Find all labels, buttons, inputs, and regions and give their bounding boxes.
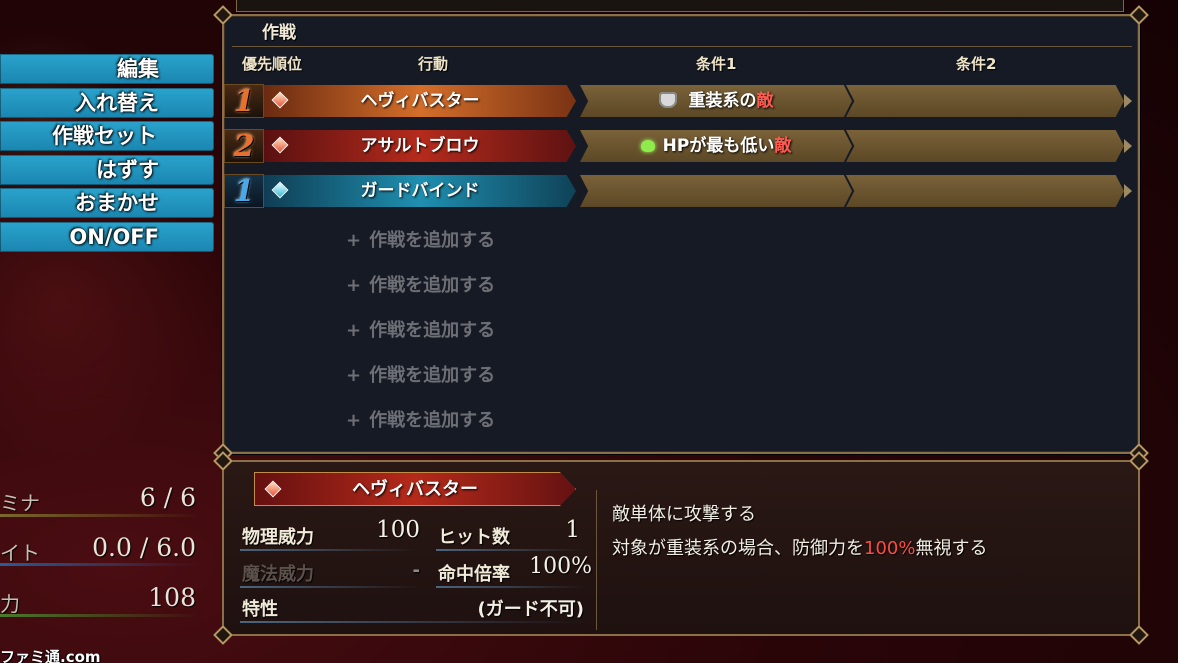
add-tactic-slot[interactable]: + 作戦を追加する (346, 406, 495, 432)
skill-description-line-1: 敵単体に攻撃する (612, 504, 756, 525)
gem-icon (271, 136, 289, 154)
stamina-label: ミナ (0, 491, 40, 515)
menu-remove[interactable]: はずす (0, 154, 214, 185)
heart-icon (640, 140, 655, 152)
menu-auto[interactable]: おまかせ (0, 188, 214, 218)
detail-divider (596, 490, 597, 630)
gem-icon (271, 91, 289, 109)
description-text: 無視する (915, 538, 988, 559)
accuracy-label: 命中倍率 (438, 564, 510, 585)
plus-icon: + (346, 320, 362, 341)
gem-icon (264, 480, 282, 498)
header-divider (232, 46, 1132, 47)
header-priority: 優先順位 (242, 55, 303, 73)
trait-value: (ガード不可) (477, 599, 584, 620)
menu-tactic-set[interactable]: 作戦セット (0, 121, 214, 151)
plus-icon: + (346, 275, 362, 296)
add-tactic-label: 作戦を追加する (369, 410, 496, 431)
skill-description-line-2: 対象が重装系の場合、防御力を100%無視する (612, 534, 987, 560)
row-arrow-icon (1124, 184, 1132, 198)
hit-count-value: 1 (565, 517, 580, 543)
power-label: 力 (0, 592, 20, 616)
trait-label: 特性 (242, 599, 278, 620)
weight-bar (0, 563, 200, 566)
header-action: 行動 (418, 55, 449, 73)
accuracy-value: 100% (529, 554, 592, 579)
plus-icon: + (346, 410, 362, 431)
add-tactic-slot[interactable]: + 作戦を追加する (346, 226, 495, 252)
action-slot[interactable]: ヘヴィバスター (264, 85, 576, 117)
panel-top-frame (236, 0, 1124, 12)
description-text: 対象が重装系の場合、防御力を (612, 538, 864, 559)
magic-power-label: 魔法威力 (242, 564, 314, 585)
skill-name: ヘヴィバスター (352, 479, 478, 500)
condition-1-slot[interactable]: 重装系の敵 (580, 85, 852, 117)
phys-power-label: 物理威力 (242, 527, 314, 548)
priority-badge: 1 (224, 174, 264, 209)
gem-icon (271, 181, 289, 199)
row-arrow-icon (1124, 94, 1132, 108)
add-tactic-label: 作戦を追加する (369, 365, 496, 386)
action-slot[interactable]: アサルトブロウ (264, 130, 576, 162)
add-tactic-label: 作戦を追加する (369, 230, 496, 251)
condition-enemy: 敵 (774, 136, 792, 156)
add-tactic-slot[interactable]: + 作戦を追加する (346, 316, 495, 342)
magic-power-value: - (412, 560, 420, 581)
tactic-row[interactable]: 1 ヘヴィバスター 重装系の敵 (224, 84, 1134, 119)
stat-underline (436, 549, 586, 551)
condition-1-slot[interactable]: HPが最も低い敵 (580, 130, 852, 162)
add-tactic-slot[interactable]: + 作戦を追加する (346, 361, 495, 387)
stamina-bar (0, 514, 200, 517)
header-condition-1: 条件1 (696, 55, 737, 73)
condition-2-slot[interactable] (846, 130, 1124, 162)
command-menu: 編集 入れ替え 作戦セット はずす おまかせ ON/OFF (0, 54, 214, 255)
power-value: 108 (148, 583, 196, 612)
watermark-logo: ファミ通.com (0, 648, 101, 663)
condition-2-slot[interactable] (846, 85, 1124, 117)
tactic-row[interactable]: 1 ガードバインド (224, 174, 1134, 209)
menu-edit[interactable]: 編集 (0, 54, 214, 84)
add-tactic-slot[interactable]: + 作戦を追加する (346, 271, 495, 297)
plus-icon: + (346, 365, 362, 386)
menu-swap[interactable]: 入れ替え (0, 87, 214, 118)
stamina-value: 6 / 6 (139, 483, 196, 512)
condition-1-slot[interactable] (580, 175, 852, 207)
action-slot[interactable]: ガードバインド (264, 175, 576, 207)
condition-text: HPが最も低い (662, 136, 775, 156)
panel-title: 作戦 (262, 23, 296, 43)
tactic-row[interactable]: 2 アサルトブロウ HPが最も低い敵 (224, 129, 1134, 164)
stat-underline (436, 586, 586, 588)
add-tactic-label: 作戦を追加する (369, 320, 496, 341)
stat-underline (240, 586, 420, 588)
weight-label: イト (0, 541, 40, 565)
header-condition-2: 条件2 (956, 55, 997, 73)
menu-on-off[interactable]: ON/OFF (0, 221, 214, 252)
power-bar (0, 614, 200, 617)
weight-value: 0.0 / 6.0 (92, 533, 196, 562)
priority-badge: 2 (224, 129, 264, 164)
add-tactic-label: 作戦を追加する (369, 275, 496, 296)
stat-underline (240, 549, 420, 551)
row-arrow-icon (1124, 139, 1132, 153)
plus-icon: + (346, 230, 362, 251)
phys-power-value: 100 (376, 517, 420, 543)
action-label: ヘヴィバスター (360, 91, 480, 111)
stat-underline (240, 621, 586, 623)
condition-2-slot[interactable] (846, 175, 1124, 207)
armor-icon (658, 92, 677, 108)
description-highlight: 100% (864, 538, 916, 559)
hit-count-label: ヒット数 (438, 527, 510, 548)
action-label: アサルトブロウ (360, 136, 480, 156)
priority-badge: 1 (224, 84, 264, 119)
skill-name-banner: ヘヴィバスター (254, 472, 576, 506)
condition-enemy: 敵 (756, 91, 774, 111)
action-label: ガードバインド (360, 181, 480, 201)
condition-text: 重装系の (688, 91, 757, 111)
